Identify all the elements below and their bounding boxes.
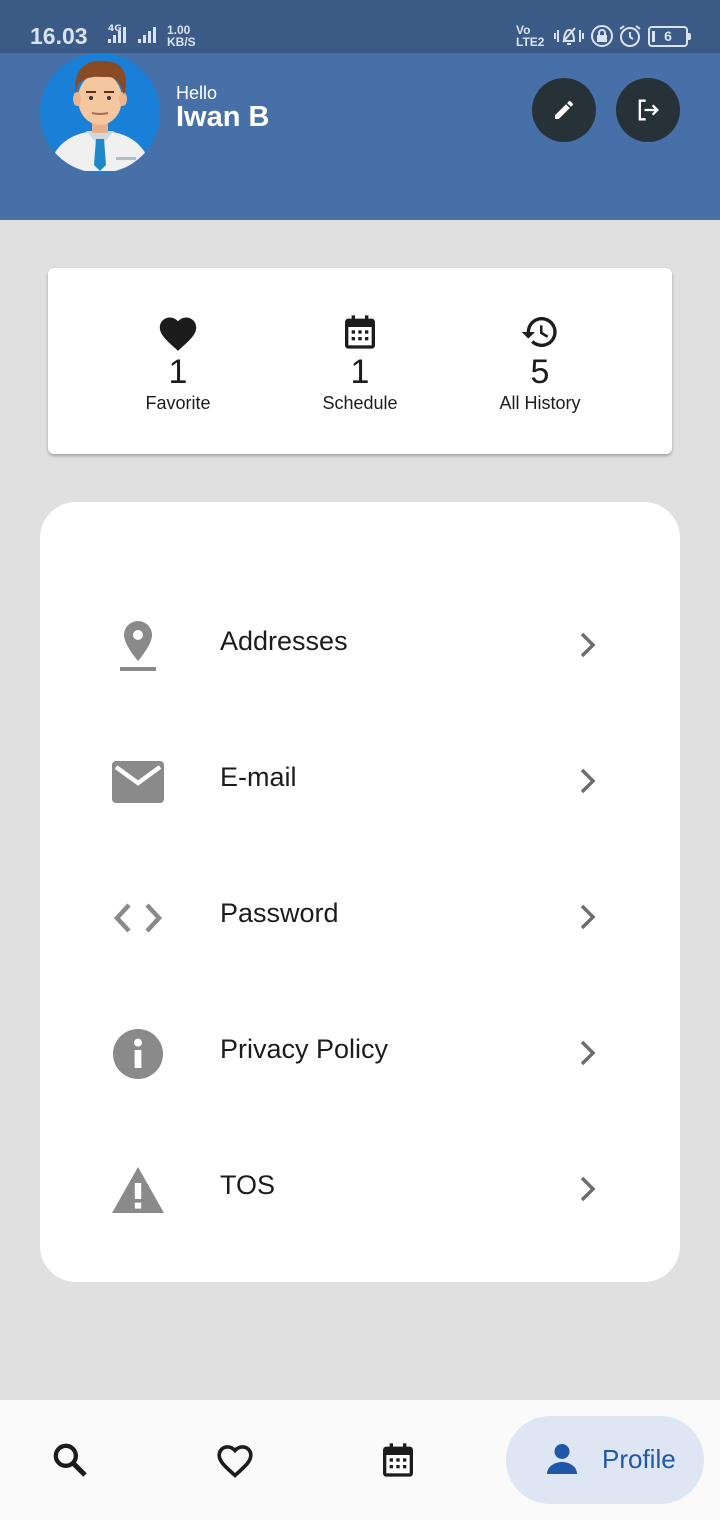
chevron-right-icon	[580, 632, 596, 658]
signal-icon	[138, 27, 156, 43]
avatar[interactable]	[40, 53, 160, 173]
speed-unit: KB/S	[167, 35, 196, 49]
search-icon	[53, 1443, 87, 1477]
chevron-right-icon	[580, 768, 596, 794]
status-bar: 16.03 4G 1.00 KB/S Vo LTE2 6	[0, 0, 720, 53]
heart-icon	[159, 317, 197, 351]
signal-icon	[108, 27, 126, 43]
chevron-right-icon	[580, 904, 596, 930]
stat-all-history[interactable]: 5 All History	[460, 312, 620, 414]
bottom-navigation: Profile	[0, 1400, 720, 1520]
stats-card: 1 Favorite 1 Schedule 5 All History	[48, 268, 672, 454]
menu-item-label: Password	[220, 898, 339, 928]
history-icon	[521, 317, 557, 347]
mail-icon	[108, 752, 168, 812]
location-pin-icon	[108, 616, 168, 676]
menu-item-privacy-policy[interactable]: Privacy Policy	[40, 1004, 680, 1104]
menu-item-label: E-mail	[220, 762, 297, 792]
menu-item-label: Addresses	[220, 626, 348, 656]
chevron-right-icon	[580, 1176, 596, 1202]
calendar-icon	[383, 1443, 413, 1477]
status-time: 16.03	[30, 23, 88, 49]
user-name: Iwan B	[176, 101, 270, 133]
settings-menu: Addresses E-mail Password Privacy Policy…	[40, 502, 680, 1282]
stat-count: 5	[530, 353, 550, 391]
heart-outline-icon	[217, 1445, 253, 1478]
stat-label: All History	[499, 393, 581, 413]
profile-header: Hello Iwan B	[0, 53, 720, 220]
stat-label: Favorite	[145, 393, 211, 413]
lock-icon	[591, 25, 613, 47]
pencil-icon	[555, 100, 574, 119]
info-icon	[108, 1024, 168, 1084]
menu-item-addresses[interactable]: Addresses	[40, 596, 680, 696]
nav-profile-label: Profile	[602, 1444, 676, 1474]
menu-item-tos[interactable]: TOS	[40, 1140, 680, 1240]
code-icon	[108, 888, 168, 948]
stat-count: 1	[350, 353, 370, 391]
menu-item-email[interactable]: E-mail	[40, 732, 680, 832]
edit-profile-button[interactable]	[532, 78, 596, 142]
calendar-icon	[345, 315, 375, 349]
vibrate-icon	[554, 27, 584, 45]
volte-indicator: Vo LTE2	[516, 24, 544, 48]
volte-bottom: LTE2	[516, 35, 545, 49]
warning-icon	[108, 1160, 168, 1220]
menu-item-password[interactable]: Password	[40, 868, 680, 968]
alarm-icon	[619, 25, 641, 47]
network-speed: 1.00 KB/S	[167, 24, 196, 48]
stat-schedule[interactable]: 1 Schedule	[280, 312, 440, 414]
nav-schedule[interactable]	[374, 1436, 422, 1484]
stat-count: 1	[168, 353, 188, 391]
battery-icon: 6	[648, 26, 691, 47]
nav-profile[interactable]: Profile	[506, 1416, 704, 1504]
menu-item-label: Privacy Policy	[220, 1034, 389, 1064]
logout-button[interactable]	[616, 78, 680, 142]
stat-label: Schedule	[322, 393, 398, 413]
person-icon	[547, 1444, 577, 1474]
stat-favorite[interactable]: 1 Favorite	[98, 312, 258, 414]
nav-favorites[interactable]	[211, 1436, 259, 1484]
chevron-right-icon	[580, 1040, 596, 1066]
nav-search[interactable]	[46, 1436, 94, 1484]
avatar-illustration	[40, 53, 160, 173]
logout-icon	[638, 99, 659, 121]
menu-item-label: TOS	[220, 1170, 276, 1200]
